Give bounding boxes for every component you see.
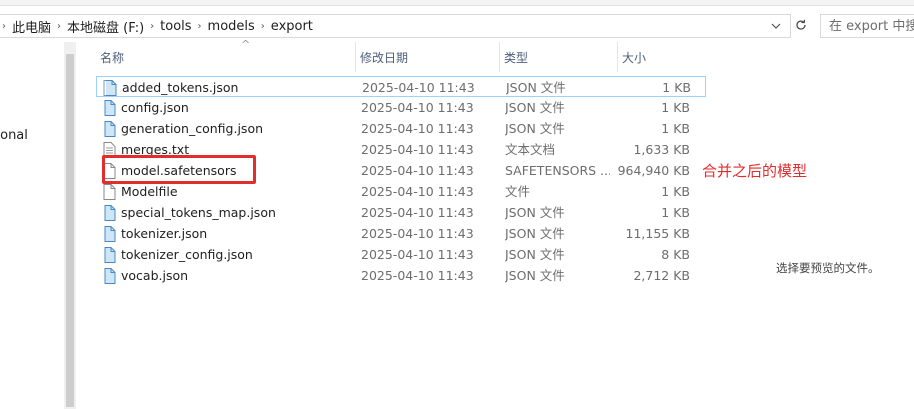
ribbon-strip [0,0,914,6]
column-header-size[interactable]: 大小 [618,42,692,72]
file-name: tokenizer_config.json [121,247,253,262]
file-date: 2025-04-10 11:43 [361,100,474,115]
file-date: 2025-04-10 11:43 [361,142,474,157]
blank-file-icon [103,184,116,200]
file-date: 2025-04-10 11:43 [361,247,474,262]
file-name: Modelfile [121,184,178,199]
file-row[interactable]: tokenizer_config.json 2025-04-10 11:43 J… [96,244,696,265]
file-date: 2025-04-10 11:43 [362,80,475,95]
breadcrumb-separator: › [57,20,62,32]
file-type: JSON 文件 [505,247,565,262]
file-row[interactable]: added_tokens.json 2025-04-10 11:43 JSON … [96,76,706,97]
file-row[interactable]: config.json 2025-04-10 11:43 JSON 文件 1 K… [96,97,696,118]
json-file-icon [104,100,116,116]
file-date: 2025-04-10 11:43 [361,226,474,241]
file-size: 8 KB [661,247,690,262]
column-header-date[interactable]: 修改日期 [356,42,500,72]
json-file-icon [104,226,116,242]
file-name: generation_config.json [121,121,264,136]
breadcrumb-separator: › [197,20,202,32]
file-type: 文件 [505,184,531,199]
navigation-pane: rsonal [0,42,65,409]
file-row[interactable]: vocab.json 2025-04-10 11:43 JSON 文件 2,71… [96,265,696,286]
file-size: 2,712 KB [633,268,690,283]
search-input[interactable] [821,18,914,34]
file-type: JSON 文件 [505,205,565,220]
file-date: 2025-04-10 11:43 [361,184,474,199]
file-list: ^ 名称 修改日期 类型 大小 added_tokens.json 2025-0… [76,38,706,409]
annotation-highlight-box [102,155,256,184]
breadcrumb-this-pc[interactable]: 此电脑 [8,17,55,36]
file-size: 1 KB [661,100,690,115]
json-file-icon [103,80,117,96]
breadcrumb[interactable]: › 此电脑 › 本地磁盘 (F:) › tools › models › exp… [0,14,791,38]
file-name: vocab.json [121,268,189,283]
file-name: special_tokens_map.json [121,205,276,220]
file-type: JSON 文件 [505,268,565,283]
column-header-size-label: 大小 [622,50,647,65]
file-row[interactable]: special_tokens_map.json 2025-04-10 11:43… [96,202,696,223]
address-dropdown-button[interactable] [764,15,788,37]
file-name: added_tokens.json [122,80,239,95]
search-box[interactable] [820,14,914,38]
breadcrumb-separator: › [2,20,6,32]
file-type: JSON 文件 [506,80,566,95]
column-header-type-label: 类型 [504,50,529,65]
file-type: JSON 文件 [505,121,565,136]
refresh-icon [796,19,806,30]
breadcrumb-separator: › [260,20,265,32]
nav-item-personal[interactable]: rsonal [0,128,28,143]
file-size: 1 KB [661,184,690,199]
json-file-icon [104,247,116,263]
file-size: 1,633 KB [633,142,690,157]
nav-scrollbar[interactable] [64,42,76,409]
column-header-row: ^ 名称 修改日期 类型 大小 [96,38,696,72]
address-bar: › 此电脑 › 本地磁盘 (F:) › tools › models › exp… [0,10,914,40]
file-row[interactable]: tokenizer.json 2025-04-10 11:43 JSON 文件 … [96,223,696,244]
file-row[interactable]: Modelfile 2025-04-10 11:43 文件 1 KB [96,181,696,202]
breadcrumb-tools[interactable]: tools [156,19,195,34]
file-size: 11,155 KB [625,226,690,241]
file-type: JSON 文件 [505,100,565,115]
preview-pane-message: 选择要预览的文件。 [776,261,880,275]
file-date: 2025-04-10 11:43 [361,268,474,283]
file-date: 2025-04-10 11:43 [361,163,474,178]
breadcrumb-drive-f[interactable]: 本地磁盘 (F:) [63,17,148,36]
json-file-icon [104,121,116,137]
nav-scrollbar-thumb[interactable] [66,54,74,407]
column-header-name[interactable]: 名称 [96,42,356,72]
column-header-date-label: 修改日期 [360,50,409,65]
file-name: tokenizer.json [121,226,208,241]
column-header-name-label: 名称 [100,50,125,65]
file-size: 1 KB [661,205,690,220]
file-size: 1 KB [661,121,690,136]
file-row[interactable]: generation_config.json 2025-04-10 11:43 … [96,118,696,139]
file-type: JSON 文件 [505,226,565,241]
file-date: 2025-04-10 11:43 [361,205,474,220]
annotation-label: 合并之后的模型 [702,162,808,180]
chevron-down-icon [771,23,781,29]
file-size: 1 KB [662,80,691,95]
refresh-button[interactable] [790,14,812,36]
json-file-icon [104,205,116,221]
column-header-type[interactable]: 类型 [500,42,618,72]
file-type: SAFETENSORS ... [505,163,610,178]
file-name: config.json [121,100,189,115]
file-type: 文本文档 [505,142,556,157]
file-date: 2025-04-10 11:43 [361,121,474,136]
breadcrumb-export[interactable]: export [267,19,317,34]
json-file-icon [104,268,116,284]
file-size: 964,940 KB [617,163,690,178]
breadcrumb-models[interactable]: models [204,19,259,34]
breadcrumb-separator: › [150,20,155,32]
